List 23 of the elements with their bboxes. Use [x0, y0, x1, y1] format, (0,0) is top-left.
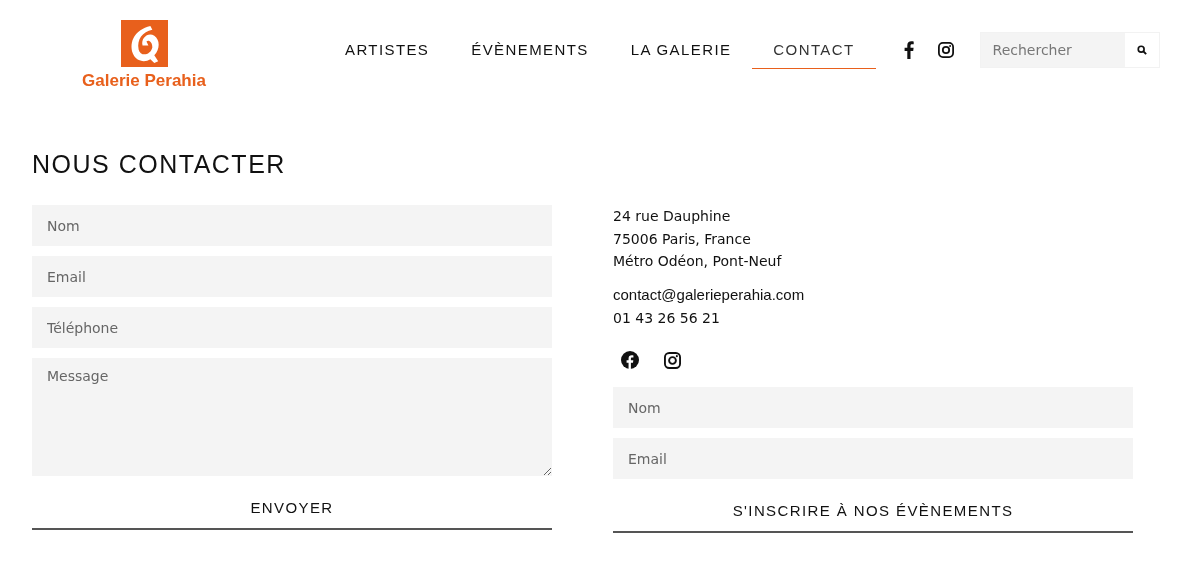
- address-line: 75006 Paris, France: [613, 229, 752, 249]
- nav-link[interactable]: LA GALERIE: [609, 31, 753, 69]
- nav-link[interactable]: ÉVÈNEMENTS: [450, 31, 610, 69]
- address-line: 24 rue Dauphine: [613, 207, 732, 226]
- phone-number: 01 43 26 56 21: [613, 308, 721, 328]
- input-field[interactable]: Nom: [32, 205, 552, 246]
- nav-link[interactable]: CONTACT: [752, 31, 876, 69]
- facebook-icon[interactable]: [903, 41, 914, 59]
- search-field[interactable]: Rechercher: [979, 32, 1160, 68]
- instagram-icon[interactable]: [664, 351, 681, 369]
- logo-icon: [120, 19, 168, 67]
- input-field[interactable]: Email: [613, 438, 1133, 479]
- address-line: Métro Odéon, Pont-Neuf: [613, 252, 783, 271]
- email-link[interactable]: contact@galerieperahia.com: [613, 282, 1133, 307]
- input-field[interactable]: Email: [32, 256, 552, 297]
- input-field[interactable]: Nom: [613, 387, 1133, 428]
- input-field[interactable]: Téléphone: [32, 307, 552, 348]
- facebook-icon[interactable]: [621, 351, 639, 369]
- nav-link[interactable]: ARTISTES: [324, 31, 451, 69]
- instagram-icon[interactable]: [937, 42, 954, 58]
- search-icon: [1136, 45, 1147, 55]
- message-field[interactable]: Message: [32, 358, 552, 476]
- page-title: NOUS CONTACTER: [32, 150, 287, 179]
